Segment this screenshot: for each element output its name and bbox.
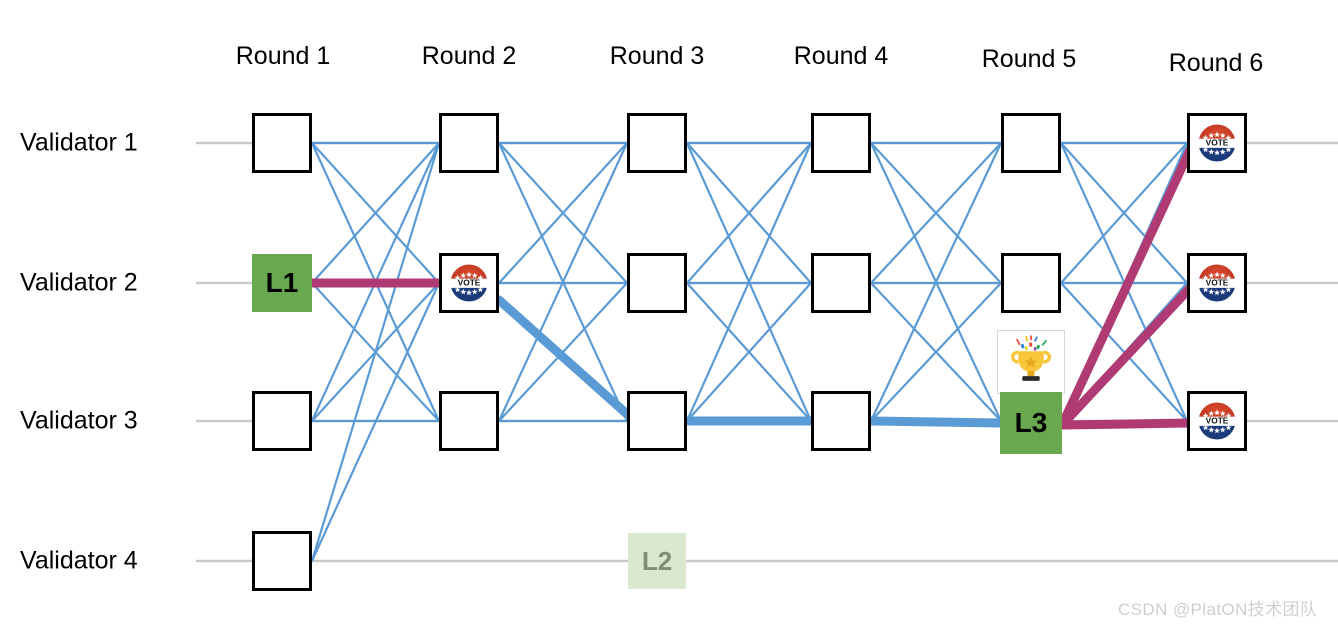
vote-node-r6-v2[interactable]: VOTE: [1187, 253, 1247, 313]
node-r4-v2[interactable]: [811, 253, 871, 313]
node-r5-v1[interactable]: [1001, 113, 1061, 173]
vote-node-r2-v2[interactable]: VOTE: [439, 253, 499, 313]
node-r1-v4[interactable]: [252, 531, 312, 591]
node-r3-v3[interactable]: [627, 391, 687, 451]
diagram-canvas: Round 1 Round 2 Round 3 Round 4 Round 5 Round…: [0, 0, 1338, 628]
vote-badge-icon: VOTE: [1196, 264, 1238, 302]
node-r3-v2[interactable]: [627, 253, 687, 313]
svg-text:VOTE: VOTE: [1206, 278, 1229, 288]
highlight-edge-vote-to-v3r3: [494, 295, 633, 420]
node-r3-v1[interactable]: [627, 113, 687, 173]
node-r1-v3[interactable]: [252, 391, 312, 451]
validator-label-v2: Validator 2: [20, 268, 138, 297]
node-r2-v1[interactable]: [439, 113, 499, 173]
round-label-r3: Round 3: [609, 42, 705, 70]
round-label-r5: Round 5: [981, 45, 1077, 73]
watermark: CSDN @PlatON技术团队: [1118, 600, 1318, 619]
vote-node-r6-v1[interactable]: VOTE: [1187, 113, 1247, 173]
edge: [310, 142, 441, 562]
node-r4-v3[interactable]: [811, 391, 871, 451]
svg-text:VOTE: VOTE: [1206, 416, 1229, 426]
validator-label-v1: Validator 1: [20, 128, 138, 157]
vote-badge-icon: VOTE: [1196, 124, 1238, 162]
leader-node-l1[interactable]: L1: [252, 254, 312, 312]
highlight-edge-leader3-to-vote-v3: [1057, 418, 1195, 430]
svg-text:VOTE: VOTE: [458, 278, 481, 288]
leader-node-l3[interactable]: L3: [1000, 392, 1062, 454]
highlight-edge-v3r4-to-leader3: [866, 416, 1005, 428]
node-r5-v2[interactable]: [1001, 253, 1061, 313]
node-r2-v3[interactable]: [439, 391, 499, 451]
leader-label: L3: [1014, 407, 1048, 438]
node-r1-v1[interactable]: [252, 113, 312, 173]
vote-node-r6-v3[interactable]: VOTE: [1187, 391, 1247, 451]
round-label-r4: Round 4: [793, 42, 889, 70]
vote-badge-icon: VOTE: [1196, 402, 1238, 440]
leader-label: L1: [265, 267, 299, 298]
trophy-icon: [1010, 335, 1052, 381]
node-r4-v1[interactable]: [811, 113, 871, 173]
round-label-r2: Round 2: [421, 42, 517, 70]
round-label-r6: Round 6: [1168, 49, 1264, 77]
svg-text:VOTE: VOTE: [1206, 138, 1229, 148]
vote-badge-icon: VOTE: [448, 264, 490, 302]
leader-node-l2-inactive[interactable]: L2: [628, 533, 686, 589]
round-label-r1: Round 1: [235, 42, 331, 70]
validator-label-v4: Validator 4: [20, 546, 138, 575]
validator-label-v3: Validator 3: [20, 406, 138, 435]
trophy-container: [997, 330, 1065, 394]
leader-label: L2: [641, 545, 673, 576]
